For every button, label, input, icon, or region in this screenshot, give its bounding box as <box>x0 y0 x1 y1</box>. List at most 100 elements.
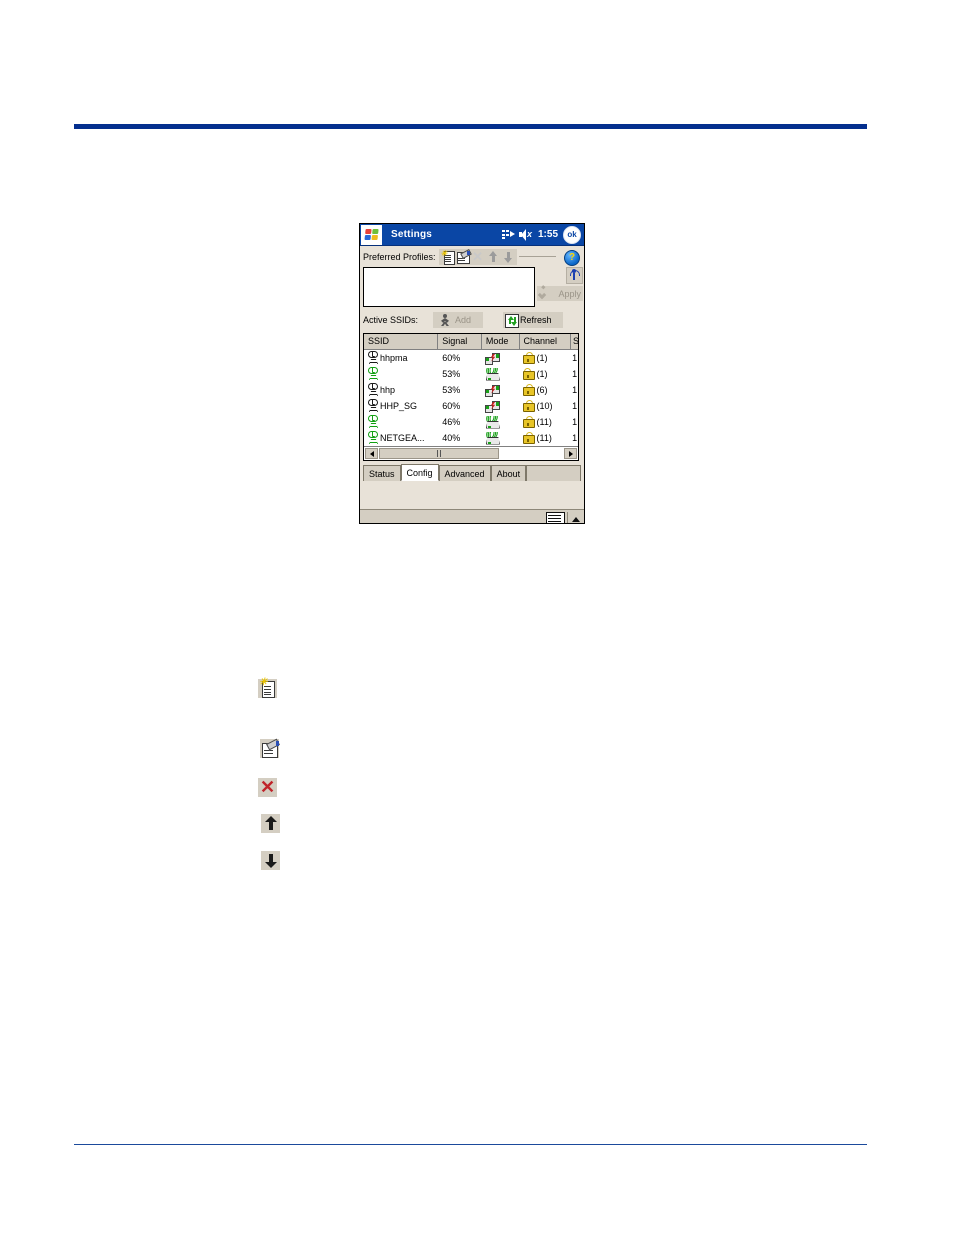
active-ssids-row: Active SSIDs: Add Refresh <box>363 311 584 329</box>
toolbar-divider <box>518 256 556 257</box>
channel-label: (10) <box>536 401 553 411</box>
cell-signal: 53% <box>438 369 482 379</box>
tab-status[interactable]: Status <box>363 465 401 481</box>
preferred-profiles-label: Preferred Profiles: <box>363 251 436 262</box>
table-row[interactable]: HHP_SG 60% (10) 1 <box>364 398 578 414</box>
edit-profile-icon[interactable] <box>456 248 472 264</box>
table-row[interactable]: 46% ((( ))) (11) 1 <box>364 414 578 430</box>
scroll-right-icon[interactable] <box>564 448 577 459</box>
mode-adhoc-icon <box>484 400 500 413</box>
pda-title-bar: Settings x 1:55 ok <box>360 224 584 246</box>
app-title: Settings <box>391 229 433 240</box>
signal-label: 53% <box>442 369 461 379</box>
signal-label: 40% <box>442 433 461 443</box>
tab-config[interactable]: Config <box>400 464 439 481</box>
mode-adhoc-icon <box>484 384 500 397</box>
signal-label: 53% <box>442 385 461 395</box>
column-header-mode[interactable]: Mode <box>482 334 520 349</box>
cell-ssid: NETGEA... <box>364 431 438 445</box>
column-header-security[interactable]: S <box>571 334 578 349</box>
cell-mode <box>482 400 520 413</box>
page-footer-rule <box>74 1144 867 1145</box>
refresh-button[interactable]: Refresh <box>503 312 563 328</box>
table-horizontal-scrollbar[interactable] <box>364 446 578 460</box>
mode-adhoc-icon <box>484 352 500 365</box>
cell-security: 1 <box>571 433 578 443</box>
signal-label: 46% <box>442 417 461 427</box>
table-row[interactable]: NETGEA... 40% ((( ))) (11) 1 <box>364 430 578 446</box>
active-ssids-label: Active SSIDs: <box>363 315 419 325</box>
preferred-profiles-list[interactable] <box>363 267 535 307</box>
pda-screenshot: Settings x 1:55 ok Preferred Profiles: ✳ <box>359 223 585 524</box>
sip-divider <box>567 511 568 523</box>
legend-new-profile-icon: ✳ <box>258 678 277 698</box>
tab-label: Config <box>406 467 433 478</box>
scroll-track[interactable] <box>379 447 563 460</box>
cell-mode: ((( ))) <box>482 432 520 445</box>
tab-about[interactable]: About <box>490 465 527 481</box>
help-icon[interactable]: ? <box>564 250 580 266</box>
table-row[interactable]: hhpma 60% (1) 1 <box>364 350 578 366</box>
rf-signal-icon[interactable] <box>566 267 583 284</box>
profile-toolbar: ✳ ✕ <box>438 248 517 265</box>
cell-mode <box>482 384 520 397</box>
cell-signal: 60% <box>438 353 482 363</box>
move-down-icon[interactable] <box>501 250 515 264</box>
lock-open-icon <box>522 352 535 364</box>
tab-advanced[interactable]: Advanced <box>438 465 491 481</box>
scroll-left-icon[interactable] <box>365 448 378 459</box>
mode-infrastructure-icon: ((( ))) <box>485 416 500 429</box>
signal-label: 60% <box>442 401 461 411</box>
tab-label: Advanced <box>444 468 485 479</box>
column-header-ssid[interactable]: SSID <box>364 334 439 349</box>
tab-label: Status <box>369 468 395 479</box>
volume-muted-icon[interactable]: x <box>518 229 533 241</box>
table-row[interactable]: 53% ((( ))) (1) 1 <box>364 366 578 382</box>
add-label: Add <box>455 315 472 325</box>
cell-channel: (1) <box>520 368 572 380</box>
move-up-icon[interactable] <box>486 250 500 264</box>
column-header-channel[interactable]: Channel <box>520 334 572 349</box>
ssid-label: hhpma <box>380 353 408 363</box>
chevron-up-icon[interactable] <box>570 513 581 524</box>
scroll-thumb[interactable] <box>379 448 499 459</box>
connectivity-icon[interactable] <box>501 229 515 240</box>
new-profile-icon[interactable]: ✳ <box>441 249 455 265</box>
keyboard-icon[interactable] <box>546 512 565 523</box>
cell-signal: 60% <box>438 401 482 411</box>
channel-label: (11) <box>536 417 552 427</box>
tab-bar-filler <box>526 465 581 481</box>
ssid-label: HHP_SG <box>380 401 418 411</box>
cell-channel: (11) <box>520 432 572 444</box>
channel-label: (6) <box>536 385 548 395</box>
ssid-table: SSID Signal Mode Channel S hhpma60%(1)15… <box>363 333 579 461</box>
column-header-signal[interactable]: Signal <box>438 334 482 349</box>
security-label: 1 <box>572 385 578 395</box>
lock-open-icon <box>522 384 535 396</box>
security-label: 1 <box>572 417 578 427</box>
add-button[interactable]: Add <box>433 312 483 328</box>
clock-label[interactable]: 1:55 <box>538 229 558 240</box>
table-row[interactable]: hhp 53% (6) 1 <box>364 382 578 398</box>
table-body: hhpma 60% (1) 1 53%((( ))) (1) 1 hhp 53% (6) 1 HHP_… <box>364 350 578 446</box>
cell-signal: 46% <box>438 417 482 427</box>
ssid-label: NETGEA... <box>380 433 425 443</box>
legend-move-up-icon <box>261 814 280 833</box>
pda-content: Preferred Profiles: ✳ ✕ ? Apply Active S… <box>360 248 584 524</box>
page-header-rule <box>74 124 867 129</box>
antenna-icon <box>366 431 379 445</box>
legend-delete-profile-icon: ✕ <box>258 777 277 797</box>
security-label: 1 <box>572 433 578 443</box>
cell-security: 1 <box>571 401 578 411</box>
delete-profile-icon[interactable]: ✕ <box>471 249 485 264</box>
profiles-area: Apply <box>363 267 584 307</box>
apply-label: Apply <box>558 288 581 299</box>
cell-mode: ((( ))) <box>482 416 520 429</box>
cell-channel: (11) <box>520 416 572 428</box>
cell-security: 1 <box>571 369 578 379</box>
refresh-label: Refresh <box>520 315 552 325</box>
apply-button[interactable]: Apply <box>537 286 583 301</box>
channel-label: (1) <box>536 353 548 363</box>
cell-channel: (10) <box>520 400 572 412</box>
ok-button[interactable]: ok <box>563 225 581 244</box>
